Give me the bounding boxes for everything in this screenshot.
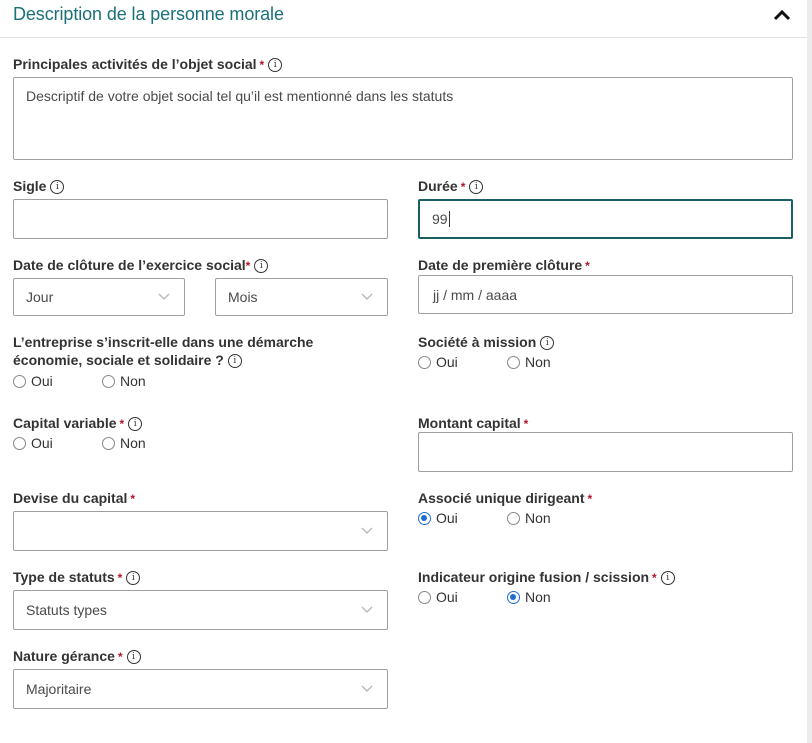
montant-capital-input[interactable] [418,432,793,472]
info-icon[interactable]: i [268,58,283,72]
chevron-up-icon[interactable] [772,8,792,22]
info-icon[interactable]: i [128,417,143,431]
capital-variable-radio-group: Oui Non [13,435,213,453]
duree-label: Durée * i [418,177,484,196]
activites-label: Principales activités de l’objet social *… [13,55,283,74]
type-statuts-select[interactable]: Statuts types [13,590,388,630]
societe-mission-radio-group: Oui Non [418,354,618,372]
activites-textarea[interactable]: Descriptif de votre objet social tel qu’… [13,77,793,160]
societe-mission-radio-oui[interactable]: Oui [418,354,458,370]
ess-radio-non[interactable]: Non [102,373,146,389]
associe-unique-radio-group: Oui Non [418,510,618,528]
chevron-down-icon [361,685,373,693]
date-cloture-exercice-label: Date de clôture de l’exercice social* i [13,256,269,275]
section-header[interactable]: Description de la personne morale [0,0,807,38]
info-icon[interactable]: i [227,354,242,368]
capital-variable-radio-oui[interactable]: Oui [13,435,53,451]
date-premiere-cloture-label: Date de première clôture * [418,257,590,273]
sigle-label: Sigle i [13,177,65,195]
sigle-input[interactable] [13,199,388,239]
chevron-down-icon [158,293,170,301]
associe-unique-radio-oui[interactable]: Oui [418,510,458,526]
nature-gerance-select[interactable]: Majoritaire [13,669,388,709]
info-icon[interactable]: i [540,336,555,350]
date-premiere-cloture-input[interactable]: jj / mm / aaaa [418,275,793,314]
fusion-scission-radio-non[interactable]: Non [507,589,551,605]
info-icon[interactable]: i [254,259,269,273]
fusion-scission-radio-oui[interactable]: Oui [418,589,458,605]
associe-unique-radio-non[interactable]: Non [507,510,551,526]
montant-capital-label: Montant capital * [418,415,529,431]
fusion-scission-label: Indicateur origine fusion / scission * i [418,568,675,587]
info-icon[interactable]: i [126,571,141,585]
duree-input[interactable]: 99 [418,199,793,239]
chevron-down-icon [361,527,373,535]
ess-radio-oui[interactable]: Oui [13,373,53,389]
jour-select[interactable]: Jour [13,278,185,316]
ess-label: L’entreprise s’inscrit-elle dans une dém… [13,334,314,368]
mois-select[interactable]: Mois [215,278,388,316]
duree-value: 99 [432,211,448,227]
scrollbar[interactable] [807,0,812,743]
info-icon[interactable]: i [50,180,65,194]
chevron-down-icon [361,293,373,301]
societe-mission-radio-non[interactable]: Non [507,354,551,370]
type-statuts-label: Type de statuts * i [13,568,141,587]
section-title: Description de la personne morale [13,4,284,24]
devise-capital-label: Devise du capital * [13,490,136,506]
ess-radio-group: Oui Non [13,373,213,391]
chevron-down-icon [361,606,373,614]
text-caret [448,211,450,227]
info-icon[interactable]: i [469,180,484,194]
devise-capital-select[interactable] [13,511,388,551]
societe-mission-label: Société à mission i [418,333,555,351]
fusion-scission-radio-group: Oui Non [418,589,618,607]
nature-gerance-label: Nature gérance * i [13,647,141,666]
capital-variable-radio-non[interactable]: Non [102,435,146,451]
info-icon[interactable]: i [660,571,675,585]
info-icon[interactable]: i [126,650,141,664]
associe-unique-label: Associé unique dirigeant * [418,490,593,506]
capital-variable-label: Capital variable * i [13,414,143,433]
